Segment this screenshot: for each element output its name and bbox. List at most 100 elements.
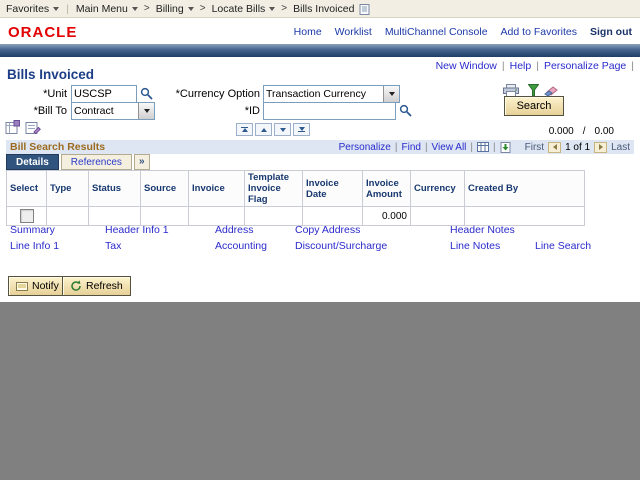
header-divider-bar — [0, 44, 640, 57]
chevron-down-icon — [269, 7, 275, 11]
new-window-link[interactable]: New Window — [436, 60, 497, 72]
scroll-to-top-icon[interactable] — [236, 123, 253, 136]
worklist-link[interactable]: Worklist — [335, 26, 372, 38]
personalize-page-link[interactable]: Personalize Page — [544, 60, 626, 72]
tab-references[interactable]: References — [61, 154, 132, 170]
show-all-columns-tab[interactable]: » — [134, 154, 150, 170]
page-title: Bills Invoiced — [7, 67, 94, 82]
total-base-amount: 0.00 — [595, 126, 614, 137]
copy-address-link[interactable]: Copy Address — [295, 224, 360, 236]
scroll-down-icon[interactable] — [274, 123, 291, 136]
view-all-link[interactable]: View All — [432, 142, 467, 153]
line-search-link[interactable]: Line Search — [535, 240, 591, 252]
results-title: Bill Search Results — [10, 141, 105, 153]
breadcrumb: Favorites | Main Menu > Billing > Locate… — [0, 0, 640, 18]
notify-button[interactable]: Notify — [8, 276, 67, 296]
add-to-favorites-link[interactable]: Add to Favorites — [501, 26, 577, 38]
grid-header-row: Select Type Status Source Invoice Templa… — [7, 171, 585, 207]
previous-row-icon[interactable] — [548, 142, 561, 153]
breadcrumb-favorites[interactable]: Favorites — [6, 3, 59, 15]
summary-link[interactable]: Summary — [10, 224, 55, 236]
scroll-up-icon[interactable] — [255, 123, 272, 136]
breadcrumb-favorites-label: Favorites — [6, 3, 49, 15]
refresh-icon — [70, 280, 82, 292]
id-lookup-icon[interactable] — [399, 104, 412, 117]
column-header-select: Select — [7, 171, 47, 207]
currency-option-label: *Currency Option — [148, 88, 260, 100]
address-link[interactable]: Address — [215, 224, 254, 236]
next-row-icon[interactable] — [594, 142, 607, 153]
tax-link[interactable]: Tax — [105, 240, 121, 252]
chevron-down-icon — [132, 7, 138, 11]
oracle-logo: ORACLE — [8, 24, 77, 41]
dropdown-arrow-icon — [383, 86, 399, 102]
help-link[interactable]: Help — [510, 60, 532, 72]
accounting-link[interactable]: Accounting — [215, 240, 267, 252]
row-select-checkbox[interactable] — [20, 209, 34, 223]
cell-template-invoice-flag — [245, 207, 303, 226]
totals-separator: / — [583, 126, 586, 137]
breadcrumb-separator: > — [200, 3, 206, 14]
results-tabs: Details References » — [6, 154, 150, 170]
home-link[interactable]: Home — [294, 26, 322, 38]
separator: | — [536, 60, 539, 72]
breadcrumb-main-menu[interactable]: Main Menu — [76, 3, 138, 15]
cell-currency — [411, 207, 465, 226]
download-icon[interactable] — [500, 142, 511, 153]
cell-invoice-amount: 0.000 — [363, 207, 411, 226]
edit-document-icon[interactable] — [25, 120, 41, 134]
column-header-type: Type — [47, 171, 89, 207]
separator: | — [395, 142, 398, 153]
unit-input[interactable] — [71, 85, 137, 103]
breadcrumb-main-menu-label: Main Menu — [76, 3, 128, 15]
bill-to-select[interactable]: Contract — [71, 102, 155, 120]
sign-out-link[interactable]: Sign out — [590, 26, 632, 38]
grid-totals: 0.000 / 0.00 — [549, 126, 614, 137]
cell-status — [89, 207, 141, 226]
id-input[interactable] — [263, 102, 396, 120]
personalize-link[interactable]: Personalize — [339, 142, 391, 153]
separator: | — [425, 142, 428, 153]
search-button[interactable]: Search — [504, 96, 564, 116]
chevron-down-icon — [53, 7, 59, 11]
breadcrumb-bills-invoiced-label: Bills Invoiced — [293, 3, 354, 15]
dropdown-arrow-icon — [138, 103, 154, 119]
pager-last[interactable]: Last — [611, 142, 630, 153]
separator: | — [470, 142, 473, 153]
separator: | — [493, 142, 496, 153]
pager-range: 1 of 1 — [565, 142, 590, 153]
breadcrumb-separator: > — [281, 3, 287, 14]
scroll-to-bottom-icon[interactable] — [293, 123, 310, 136]
header-notes-link[interactable]: Header Notes — [450, 224, 515, 236]
breadcrumb-locate-bills[interactable]: Locate Bills — [212, 3, 276, 15]
line-info-1-link[interactable]: Line Info 1 — [10, 240, 59, 252]
multichannel-console-link[interactable]: MultiChannel Console — [385, 26, 488, 38]
notify-button-label: Notify — [32, 280, 59, 292]
bill-to-label: *Bill To — [10, 105, 67, 117]
chevron-down-icon — [188, 7, 194, 11]
column-header-status: Status — [89, 171, 141, 207]
breadcrumb-bills-invoiced[interactable]: Bills Invoiced — [293, 3, 354, 15]
line-notes-link[interactable]: Line Notes — [450, 240, 500, 252]
breadcrumb-billing-label: Billing — [156, 3, 184, 15]
header-links: Home Worklist MultiChannel Console Add t… — [294, 26, 632, 38]
discount-surcharge-link[interactable]: Discount/Surcharge — [295, 240, 387, 252]
column-header-source: Source — [141, 171, 189, 207]
notepad-icon[interactable] — [359, 3, 370, 15]
column-header-invoice-amount: Invoice Amount — [363, 171, 411, 207]
copy-document-icon[interactable] — [5, 120, 20, 134]
notify-icon — [16, 281, 28, 292]
refresh-button[interactable]: Refresh — [62, 276, 131, 296]
header-info-1-link[interactable]: Header Info 1 — [105, 224, 169, 236]
find-link[interactable]: Find — [401, 142, 420, 153]
table-row: 0.000 — [7, 207, 585, 226]
zoom-grid-icon[interactable] — [477, 142, 489, 152]
pager-first[interactable]: First — [525, 142, 544, 153]
cell-invoice — [189, 207, 245, 226]
total-amount: 0.000 — [549, 126, 574, 137]
results-header-bar: Bill Search Results Personalize | Find |… — [6, 140, 634, 154]
breadcrumb-billing[interactable]: Billing — [156, 3, 194, 15]
application-window: Favorites | Main Menu > Billing > Locate… — [0, 0, 640, 480]
currency-option-select[interactable]: Transaction Currency — [263, 85, 400, 103]
tab-details[interactable]: Details — [6, 154, 59, 170]
